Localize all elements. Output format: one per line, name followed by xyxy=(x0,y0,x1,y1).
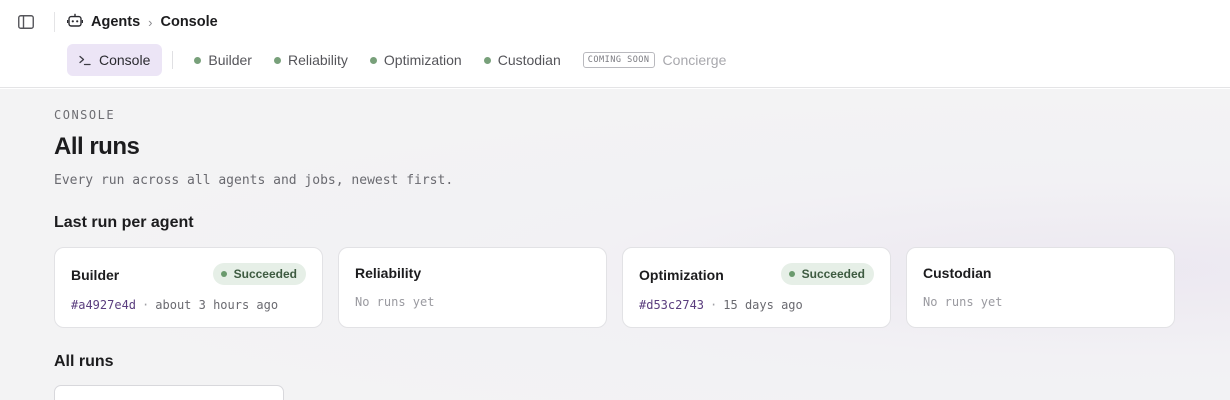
tab-label: Reliability xyxy=(287,52,348,68)
main-content: CONSOLE All runs Every run across all ag… xyxy=(0,89,1230,400)
breadcrumb: Agents › Console xyxy=(67,13,218,31)
robot-icon xyxy=(67,13,83,31)
tab-console[interactable]: Console xyxy=(67,44,163,76)
tab-label: Custodian xyxy=(497,52,561,68)
card-agent-name: Reliability xyxy=(355,265,422,281)
card-empty-text: No runs yet xyxy=(923,295,1003,309)
card-run-meta: #d53c2743 · 15 days ago xyxy=(639,298,803,312)
status-badge: Succeeded xyxy=(780,263,874,285)
tab-concierge: COMING SOON Concierge xyxy=(572,44,738,76)
status-dot-icon xyxy=(483,56,491,64)
tab-divider xyxy=(172,51,174,69)
agent-card-reliability[interactable]: Reliability No runs yet xyxy=(338,247,607,328)
tab-label: Optimization xyxy=(383,52,462,68)
tab-reliability[interactable]: Reliability xyxy=(263,44,359,76)
tab-label: Builder xyxy=(208,52,252,68)
tab-optimization[interactable]: Optimization xyxy=(359,44,473,76)
run-id-link[interactable]: #a4927e4d xyxy=(71,298,136,312)
agent-cards: Builder Succeeded #a4927e4d · about 3 hour… xyxy=(54,247,1175,328)
status-dot-icon xyxy=(369,56,377,64)
status-label: Succeeded xyxy=(233,267,297,281)
page-subtitle: Every run across all agents and jobs, ne… xyxy=(54,173,454,188)
sidebar-toggle-icon[interactable] xyxy=(17,13,35,31)
agent-card-optimization[interactable]: Optimization Succeeded #d53c2743 · 15 days… xyxy=(622,247,891,328)
tab-builder[interactable]: Builder xyxy=(183,44,263,76)
top-bar: Agents › Console Console Builder Reliabi… xyxy=(0,0,1230,88)
runs-search-input[interactable] xyxy=(54,385,284,400)
breadcrumb-separator: › xyxy=(148,14,153,30)
card-empty-text: No runs yet xyxy=(355,295,435,309)
page-eyebrow: CONSOLE xyxy=(54,108,116,122)
breadcrumb-agents-link[interactable]: Agents xyxy=(91,14,140,30)
success-dot-icon xyxy=(220,271,227,277)
meta-separator: · xyxy=(142,298,150,312)
agent-tabs: Console Builder Reliability Optimization… xyxy=(67,44,737,76)
success-dot-icon xyxy=(788,271,795,277)
card-agent-name: Builder xyxy=(71,267,120,283)
status-badge: Succeeded xyxy=(212,263,306,285)
all-runs-section-title: All runs xyxy=(54,353,114,370)
status-dot-icon xyxy=(273,56,281,64)
status-dot-icon xyxy=(194,56,202,64)
status-label: Succeeded xyxy=(801,267,865,281)
run-time: 15 days ago xyxy=(723,298,803,312)
breadcrumb-current: Console xyxy=(160,14,218,30)
terminal-prompt-icon xyxy=(79,55,91,66)
card-run-meta: #a4927e4d · about 3 hours ago xyxy=(71,298,278,312)
tab-label: Concierge xyxy=(662,52,727,68)
card-agent-name: Custodian xyxy=(923,265,992,281)
page-title: All runs xyxy=(54,133,140,160)
tab-custodian[interactable]: Custodian xyxy=(473,44,572,76)
agent-card-builder[interactable]: Builder Succeeded #a4927e4d · about 3 hour… xyxy=(54,247,323,328)
last-run-section-title: Last run per agent xyxy=(54,214,194,231)
card-agent-name: Optimization xyxy=(639,267,724,283)
agent-card-custodian[interactable]: Custodian No runs yet xyxy=(906,247,1175,328)
coming-soon-badge: COMING SOON xyxy=(582,52,655,68)
run-id-link[interactable]: #d53c2743 xyxy=(639,298,704,312)
divider xyxy=(54,12,55,32)
run-time: about 3 hours ago xyxy=(155,298,279,312)
meta-separator: · xyxy=(710,298,718,312)
tab-label: Console xyxy=(99,52,151,68)
